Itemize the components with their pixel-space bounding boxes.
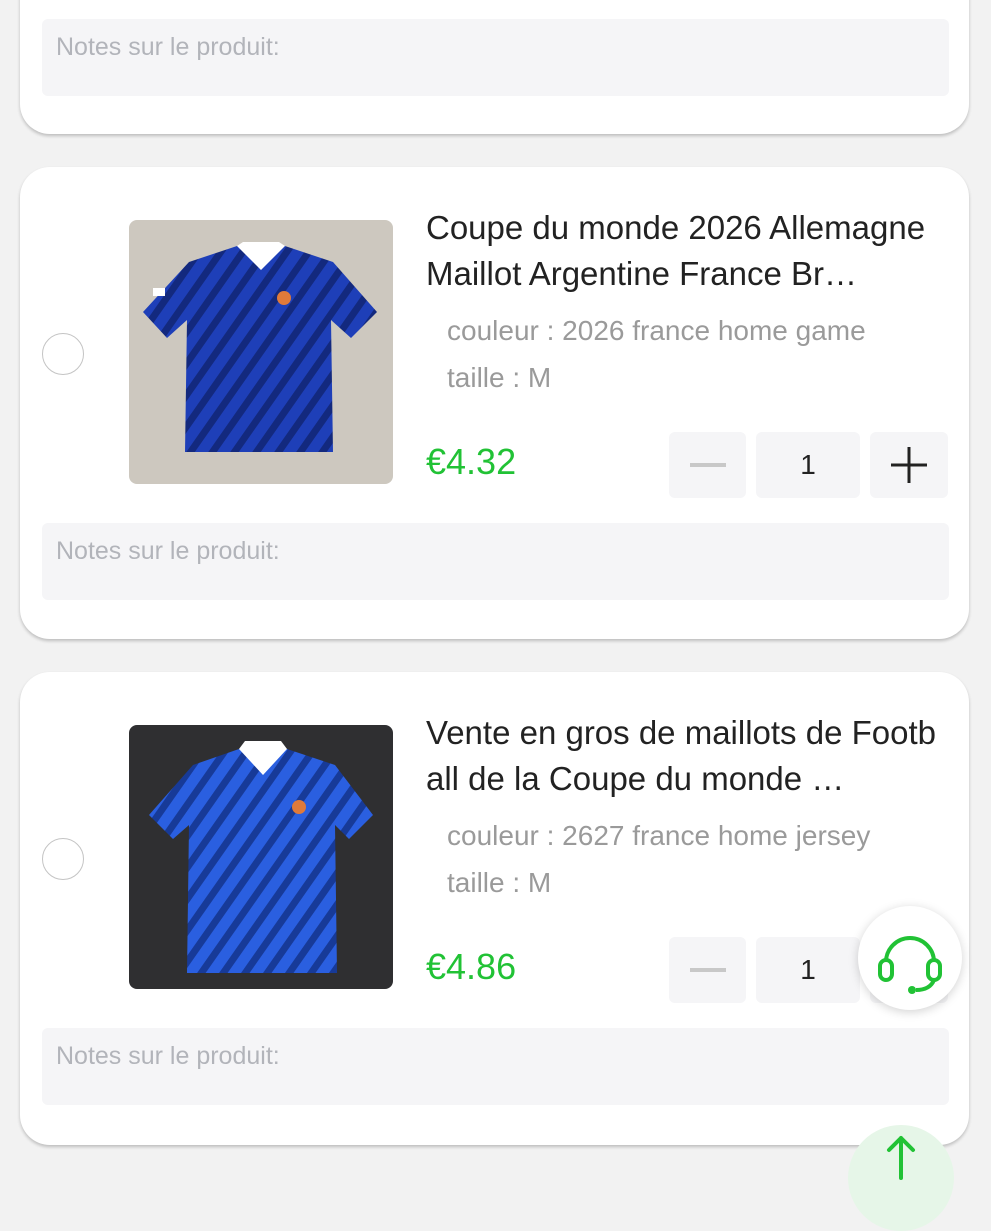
arrow-up-icon [887,1136,915,1180]
product-title[interactable]: Vente en gros de maillots de Football de… [426,710,946,802]
quantity-decrease-button[interactable] [669,432,746,498]
select-item-radio[interactable] [42,838,84,880]
minus-icon [689,463,726,467]
cart-item-card: Vente en gros de maillots de Football de… [20,672,969,1145]
product-size: taille : M [447,362,552,393]
quantity-value[interactable]: 1 [756,432,860,498]
plus-icon [891,447,927,483]
cart-item-card-partial: Notes sur le produit: [20,0,969,134]
jersey-image [129,725,393,989]
quantity-increase-button[interactable] [870,432,948,498]
product-color: couleur : 2026 france home game [447,315,866,346]
back-to-top-button[interactable] [848,1125,954,1231]
cart-item-card: Coupe du monde 2026 Allemagne Maillot Ar… [20,167,969,639]
select-item-radio[interactable] [42,333,84,375]
product-notes-input[interactable]: Notes sur le produit: [42,523,949,600]
product-price: €4.86 [426,946,517,987]
minus-icon [689,968,726,972]
customer-support-button[interactable] [858,906,962,1010]
jersey-image [129,220,393,484]
quantity-value[interactable]: 1 [756,937,860,1003]
product-price: €4.32 [426,441,517,482]
product-color: couleur : 2627 france home jersey [447,820,871,851]
product-image[interactable] [129,725,393,989]
product-title[interactable]: Coupe du monde 2026 Allemagne Maillot Ar… [426,205,946,297]
product-image[interactable] [129,220,393,484]
product-notes-input[interactable]: Notes sur le produit: [42,1028,949,1105]
quantity-decrease-button[interactable] [669,937,746,1003]
product-size: taille : M [447,867,552,898]
product-notes-input[interactable]: Notes sur le produit: [42,19,949,96]
headset-icon [878,936,942,994]
